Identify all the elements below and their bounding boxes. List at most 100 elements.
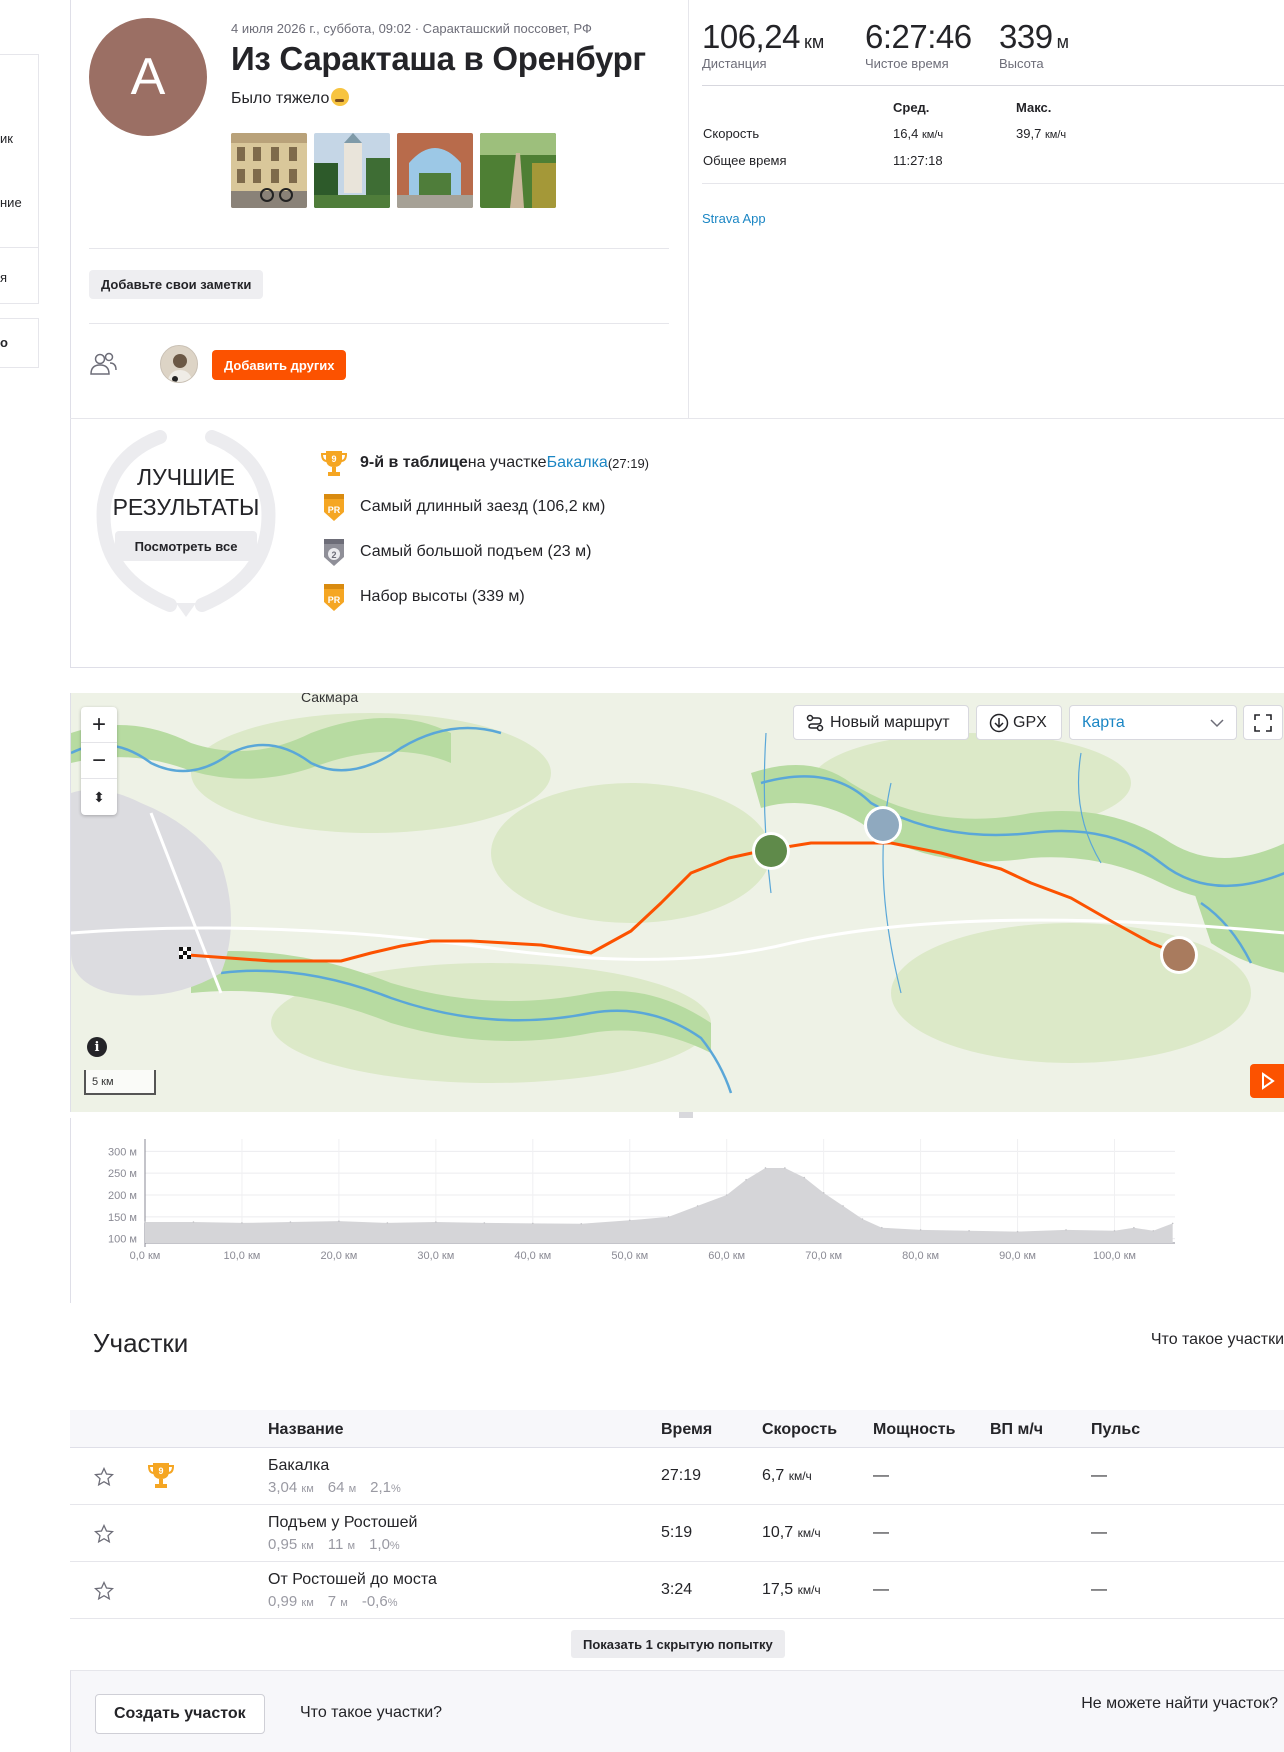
col-time[interactable]: Время: [661, 1421, 712, 1439]
see-all-button[interactable]: Посмотреть все: [115, 531, 257, 561]
table-row[interactable]: От Ростошей до моста 0,99 км 7 м -0,6% 3:2…: [70, 1562, 1284, 1619]
stat-moving-time: 6:27:46 Чистое время: [865, 18, 972, 71]
new-route-button[interactable]: Новый маршрут: [793, 705, 969, 740]
segment-name[interactable]: Подъем у Ростошей: [268, 1514, 417, 1532]
speed-max: 39,7 км/ч: [1016, 126, 1066, 141]
elevation-chart[interactable]: 300 м 250 м 200 м 150 м 100 м 0,0 км 10,0 км 20…: [70, 1118, 1284, 1303]
elevation-point: [435, 1221, 437, 1223]
col-power[interactable]: Мощность: [873, 1421, 955, 1439]
achievement-text: Самый длинный заезд (106,2 км): [360, 498, 606, 515]
elevation-point: [784, 1167, 786, 1169]
elevation-point: [483, 1222, 486, 1224]
what-are-segments-link[interactable]: Что такое участки: [1151, 1331, 1284, 1349]
segment-power: —: [873, 1467, 889, 1484]
activity-photo[interactable]: [314, 133, 390, 208]
sidebar-item-label[interactable]: я: [0, 270, 7, 285]
segment-pulse: —: [1091, 1581, 1107, 1598]
elevation-point: [822, 1192, 825, 1194]
route-icon: [806, 714, 824, 731]
col-vam[interactable]: ВП м/ч: [990, 1421, 1043, 1439]
segment-speed: 17,5 км/ч: [762, 1581, 821, 1598]
achievement-item: PR Набор высоты (339 м): [320, 582, 525, 612]
fullscreen-icon: [1254, 713, 1272, 732]
what-are-segments-link[interactable]: Что такое участки?: [300, 1704, 442, 1722]
elevation-point: [696, 1205, 699, 1207]
add-notes-button[interactable]: Добавьте свои заметки: [89, 270, 264, 299]
show-hidden-efforts-button[interactable]: Показать 1 скрытую попытку: [571, 1630, 785, 1658]
route-map[interactable]: Сакмара + − ⬍ Новый маршрут GPX Карта i …: [70, 693, 1284, 1112]
athlete-avatar[interactable]: A: [89, 18, 207, 136]
speed-unit: км/ч: [1044, 129, 1067, 141]
segments-table: Название Время Скорость Мощность ВП м/ч …: [70, 1410, 1284, 1619]
info-icon[interactable]: i: [87, 1037, 107, 1057]
pr-medal-gold-icon: PR: [324, 494, 344, 521]
col-name[interactable]: Название: [268, 1421, 344, 1439]
segment-link[interactable]: Бакалка: [547, 454, 608, 472]
y-tick-label: 100 м: [108, 1234, 137, 1246]
elapsed-value: 11:27:18: [893, 153, 943, 168]
col-speed[interactable]: Скорость: [762, 1421, 837, 1439]
create-segment-button[interactable]: Создать участок: [95, 1694, 265, 1734]
segments-heading: Участки: [93, 1328, 189, 1358]
star-icon[interactable]: [94, 1467, 114, 1487]
activity-photo[interactable]: [397, 133, 473, 208]
map-type-value: Карта: [1082, 713, 1125, 731]
sad-face-icon: [331, 88, 350, 106]
best-title-line: ЛУЧШИЕ: [137, 464, 235, 490]
new-route-label: Новый маршрут: [830, 713, 950, 731]
segment-name[interactable]: От Ростошей до моста: [268, 1571, 437, 1589]
achievement-item: 9 9-й в таблице на участке Бакалка (27:1…: [320, 448, 649, 478]
add-others-button[interactable]: Добавить других: [212, 350, 347, 380]
table-row[interactable]: 9 Бакалка 3,04 км 64 м 2,1% 27:19 6,7 км/ч…: [70, 1448, 1284, 1505]
x-tick-label: 20,0 км: [320, 1250, 357, 1262]
achievement-item: 2 Самый большой подъем (23 м): [320, 537, 591, 567]
col-heartrate[interactable]: Пульс: [1091, 1421, 1140, 1439]
compass-button[interactable]: ⬍: [81, 779, 117, 815]
sidebar-item-label[interactable]: ик: [0, 131, 13, 146]
svg-text:PR: PR: [328, 505, 341, 515]
zoom-in-button[interactable]: +: [81, 707, 117, 743]
map-town-label: Сакмара: [301, 693, 359, 705]
companion-avatar[interactable]: [160, 345, 198, 383]
stat-value: 6:27:46: [865, 18, 972, 55]
segment-grade: 2,1%: [370, 1479, 401, 1496]
map-type-select[interactable]: Карта: [1069, 705, 1237, 740]
activity-photo[interactable]: [231, 133, 307, 208]
star-icon[interactable]: [94, 1524, 114, 1544]
y-tick-label: 150 м: [108, 1212, 137, 1224]
zoom-out-button[interactable]: −: [81, 743, 117, 779]
stat-label: Высота: [999, 56, 1044, 71]
cant-find-segment-link[interactable]: Не можете найти участок?: [1081, 1695, 1278, 1713]
flyby-play-button[interactable]: [1250, 1064, 1284, 1098]
activity-photo[interactable]: [480, 133, 556, 208]
x-tick-label: 90,0 км: [999, 1250, 1036, 1262]
star-icon[interactable]: [94, 1581, 114, 1601]
elevation-point: [192, 1221, 195, 1223]
sidebar-item-label[interactable]: о: [0, 335, 8, 350]
segment-name[interactable]: Бакалка: [268, 1457, 329, 1475]
elevation-point: [289, 1221, 292, 1223]
gpx-button[interactable]: GPX: [976, 705, 1062, 740]
activity-description: Было тяжело: [231, 88, 350, 108]
x-tick-label: 50,0 км: [611, 1250, 648, 1262]
achievement-text: Самый большой подъем (23 м): [360, 543, 592, 560]
svg-text:2: 2: [331, 550, 336, 560]
table-row[interactable]: Подъем у Ростошей 0,95 км 11 м 1,0% 5:19 1…: [70, 1505, 1284, 1562]
elevation-point: [803, 1176, 806, 1179]
speed-label: Скорость: [703, 126, 760, 141]
elevation-point: [764, 1167, 767, 1169]
stats-divider: [702, 85, 1284, 86]
section-divider: [89, 323, 669, 324]
fullscreen-button[interactable]: [1243, 705, 1283, 740]
stat-label: Чистое время: [865, 56, 949, 71]
device-link[interactable]: Strava App: [702, 211, 766, 226]
segment-time: 27:19: [661, 1467, 702, 1484]
stat-distance: 106,24 км Дистанция: [702, 18, 824, 71]
segment-speed: 6,7 км/ч: [762, 1467, 812, 1484]
play-icon: [1262, 1072, 1275, 1090]
sidebar-item-label[interactable]: ние: [0, 195, 22, 210]
elapsed-label: Общее время: [703, 153, 787, 168]
elevation-point: [1152, 1229, 1155, 1232]
map-scale: 5 км: [84, 1070, 156, 1095]
stat-label: Дистанция: [702, 56, 767, 71]
